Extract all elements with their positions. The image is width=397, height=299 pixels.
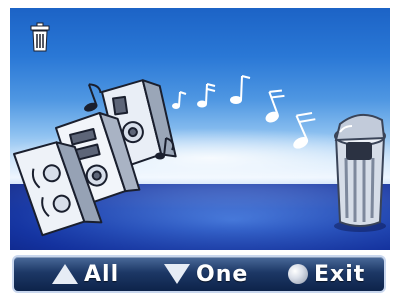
exit-button[interactable]: Exit (288, 257, 365, 291)
trash-can-icon (30, 22, 50, 52)
waste-bin-icon (334, 113, 386, 232)
control-bar: All One Exit (12, 255, 386, 293)
delete-illustration (13, 75, 386, 237)
delete-screen (10, 8, 390, 250)
round-button-icon (288, 264, 308, 284)
triangle-down-icon (164, 264, 190, 284)
triangle-up-icon (52, 264, 78, 284)
delete-all-button[interactable]: All (52, 257, 119, 291)
exit-label: Exit (314, 261, 366, 287)
delete-one-label: One (196, 261, 249, 287)
delete-one-button[interactable]: One (164, 257, 248, 291)
delete-all-label: All (84, 261, 120, 287)
